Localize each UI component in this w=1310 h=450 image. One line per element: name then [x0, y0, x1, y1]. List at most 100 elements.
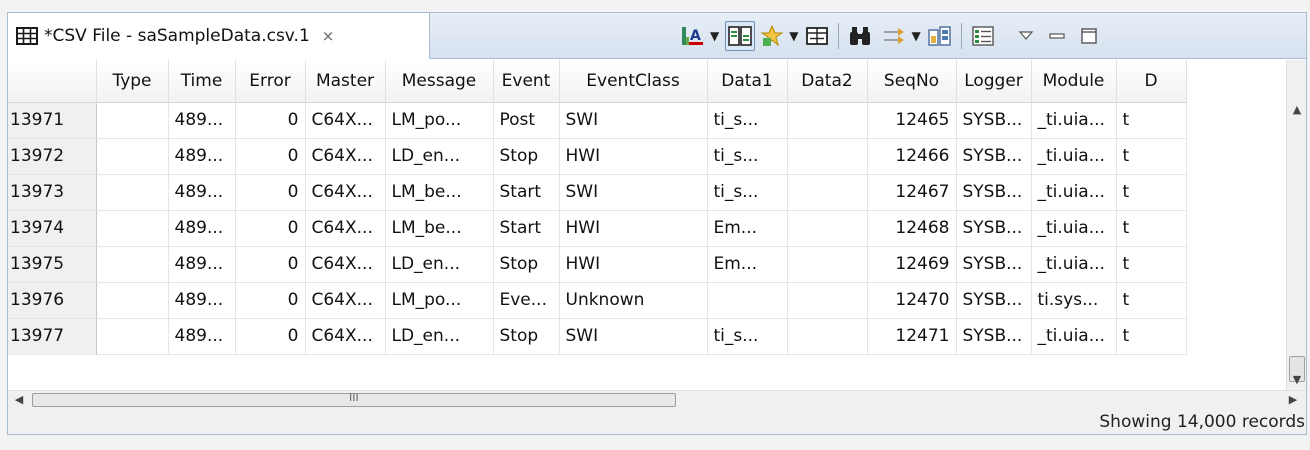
table-cell[interactable]: Start: [493, 210, 560, 247]
row-number-cell[interactable]: 13975: [8, 246, 97, 283]
table-cell[interactable]: LD_en...: [385, 138, 494, 175]
table-cell[interactable]: ti.sys...: [1031, 282, 1117, 319]
scroll-right-icon[interactable]: ▶: [1284, 391, 1302, 409]
table-cell[interactable]: ti_s...: [707, 174, 788, 211]
group-button[interactable]: [927, 21, 953, 51]
view-menu-button[interactable]: [1018, 21, 1034, 51]
scroll-up-icon[interactable]: ▲: [1287, 100, 1306, 120]
table-cell[interactable]: ti_s...: [707, 102, 788, 139]
column-header[interactable]: Data2: [787, 60, 868, 103]
tab-csv-file[interactable]: *CSV File - saSampleData.csv.1 ⨯: [8, 13, 430, 59]
table-cell[interactable]: [787, 282, 868, 319]
table-cell[interactable]: LD_en...: [385, 246, 494, 283]
table-row[interactable]: 13973 489... 0 C64X... LM_be... Start SWI ti_s.…: [8, 174, 1187, 211]
minimize-button[interactable]: [1048, 21, 1066, 51]
table-cell[interactable]: _ti.uia...: [1031, 318, 1117, 355]
table-cell[interactable]: SYSB...: [956, 102, 1032, 139]
table-cell[interactable]: C64X...: [305, 102, 386, 139]
table-cell[interactable]: 0: [235, 318, 306, 355]
table-row[interactable]: 13975 489... 0 C64X... LD_en... Stop HWI Em... 1…: [8, 246, 1187, 283]
table-row[interactable]: 13971 489... 0 C64X... LM_po... Post SWI ti_s..…: [8, 102, 1187, 139]
table-cell[interactable]: 489...: [168, 318, 236, 355]
column-header[interactable]: Message: [385, 60, 494, 103]
table-cell[interactable]: LM_po...: [385, 102, 494, 139]
table-cell[interactable]: 489...: [168, 102, 236, 139]
table-cell[interactable]: HWI: [559, 210, 708, 247]
table-cell[interactable]: 0: [235, 138, 306, 175]
table-cell[interactable]: ti_s...: [707, 138, 788, 175]
table-cell[interactable]: [787, 138, 868, 175]
table-cell[interactable]: [96, 102, 169, 139]
table-row[interactable]: 13972 489... 0 C64X... LD_en... Stop HWI ti_s..…: [8, 138, 1187, 175]
table-cell[interactable]: [96, 138, 169, 175]
table-cell[interactable]: ti_s...: [707, 318, 788, 355]
fit-columns-button[interactable]: [804, 21, 830, 51]
table-cell[interactable]: C64X...: [305, 318, 386, 355]
table-cell[interactable]: 12466: [867, 138, 957, 175]
close-tab-icon[interactable]: ⨯: [322, 27, 335, 45]
table-cell[interactable]: [96, 246, 169, 283]
table-cell[interactable]: SYSB...: [956, 246, 1032, 283]
table-cell[interactable]: HWI: [559, 138, 708, 175]
table-cell[interactable]: _ti.uia...: [1031, 210, 1117, 247]
column-header[interactable]: Type: [96, 60, 169, 103]
table-cell[interactable]: t: [1116, 102, 1187, 139]
table-cell[interactable]: 489...: [168, 138, 236, 175]
table-cell[interactable]: t: [1116, 246, 1187, 283]
table-cell[interactable]: SWI: [559, 174, 708, 211]
table-cell[interactable]: t: [1116, 318, 1187, 355]
scroll-down-icon[interactable]: ▼: [1287, 370, 1306, 390]
table-cell[interactable]: SYSB...: [956, 282, 1032, 319]
vertical-scrollbar[interactable]: ▲ ▼: [1286, 60, 1306, 390]
table-cell[interactable]: LM_po...: [385, 282, 494, 319]
column-toggle-button[interactable]: [725, 21, 756, 51]
table-cell[interactable]: Stop: [493, 138, 560, 175]
table-cell[interactable]: LD_en...: [385, 318, 494, 355]
font-color-dropdown-icon[interactable]: ▼: [710, 29, 719, 43]
table-cell[interactable]: Em...: [707, 246, 788, 283]
filter-button[interactable]: ▼: [881, 21, 926, 51]
wizard-button[interactable]: ▼: [759, 21, 804, 51]
table-cell[interactable]: 12467: [867, 174, 957, 211]
table-cell[interactable]: [787, 246, 868, 283]
table-cell[interactable]: t: [1116, 282, 1187, 319]
table-cell[interactable]: 489...: [168, 210, 236, 247]
filter-dropdown-icon[interactable]: ▼: [911, 29, 920, 43]
table-cell[interactable]: 12470: [867, 282, 957, 319]
table-cell[interactable]: Stop: [493, 318, 560, 355]
table-cell[interactable]: Stop: [493, 246, 560, 283]
table-cell[interactable]: SWI: [559, 318, 708, 355]
table-cell[interactable]: SYSB...: [956, 210, 1032, 247]
table-row[interactable]: 13976 489... 0 C64X... LM_po... Eve... Unknown…: [8, 282, 1187, 319]
font-color-button[interactable]: A ▼: [680, 21, 725, 51]
column-header[interactable]: Event: [493, 60, 560, 103]
column-header[interactable]: Data1: [707, 60, 788, 103]
table-cell[interactable]: [787, 318, 868, 355]
table-cell[interactable]: [96, 210, 169, 247]
row-number-cell[interactable]: 13973: [8, 174, 97, 211]
table-cell[interactable]: _ti.uia...: [1031, 138, 1117, 175]
row-number-cell[interactable]: 13977: [8, 318, 97, 355]
table-cell[interactable]: C64X...: [305, 138, 386, 175]
table-cell[interactable]: Unknown: [559, 282, 708, 319]
table-cell[interactable]: 12468: [867, 210, 957, 247]
table-cell[interactable]: Eve...: [493, 282, 560, 319]
table-cell[interactable]: SYSB...: [956, 138, 1032, 175]
table-row[interactable]: 13974 489... 0 C64X... LM_be... Start HWI Em...…: [8, 210, 1187, 247]
table-cell[interactable]: Em...: [707, 210, 788, 247]
table-cell[interactable]: 489...: [168, 174, 236, 211]
scroll-left-icon[interactable]: ◀: [10, 391, 28, 409]
table-cell[interactable]: HWI: [559, 246, 708, 283]
table-cell[interactable]: t: [1116, 210, 1187, 247]
row-number-cell[interactable]: 13976: [8, 282, 97, 319]
column-header[interactable]: EventClass: [559, 60, 708, 103]
column-header[interactable]: SeqNo: [867, 60, 957, 103]
table-cell[interactable]: 0: [235, 246, 306, 283]
table-cell[interactable]: LM_be...: [385, 174, 494, 211]
column-header[interactable]: Error: [235, 60, 306, 103]
table-cell[interactable]: 12469: [867, 246, 957, 283]
wizard-dropdown-icon[interactable]: ▼: [789, 29, 798, 43]
table-cell[interactable]: C64X...: [305, 210, 386, 247]
table-cell[interactable]: C64X...: [305, 282, 386, 319]
table-cell[interactable]: C64X...: [305, 246, 386, 283]
